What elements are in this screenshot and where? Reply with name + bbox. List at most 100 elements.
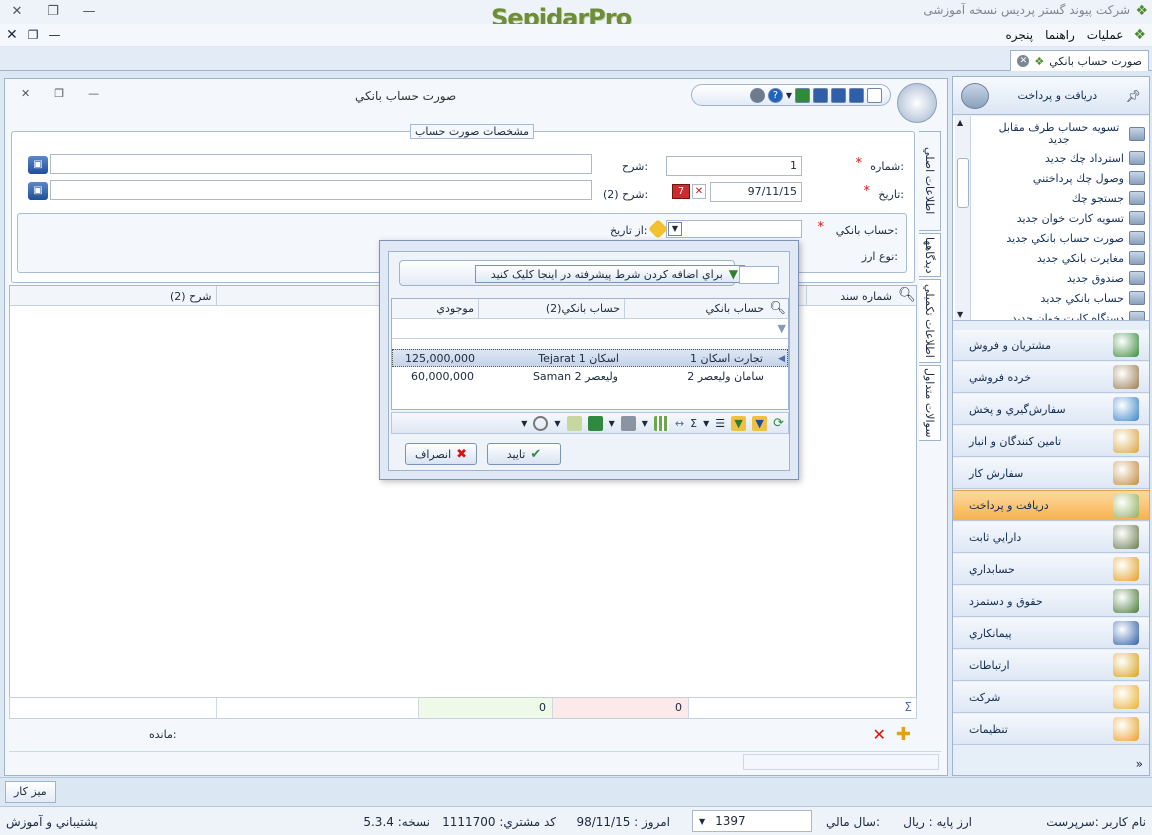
cancel-button[interactable]: انصراف ✖	[405, 443, 477, 465]
search-icon[interactable]: 🔍︎	[769, 301, 786, 316]
list-item[interactable]: استرداد چك جديد	[1045, 148, 1145, 168]
close-icon[interactable]: ✕	[6, 27, 18, 43]
menu-help[interactable]: راهنما	[1039, 28, 1081, 42]
search-icon[interactable]: 🔍︎	[898, 287, 916, 303]
scroll-up-icon[interactable]: ▲	[957, 118, 963, 127]
dropdown-icon[interactable]: ▼	[668, 222, 682, 236]
refresh-icon[interactable]: ⟳	[773, 416, 784, 431]
vtab-faq[interactable]: سوالات متداول	[919, 365, 941, 441]
filter-edit-icon[interactable]: ▼	[752, 415, 768, 431]
list-item[interactable]: مغايرت بانکي جديد	[1037, 248, 1145, 268]
settings-icon[interactable]	[749, 87, 765, 103]
col-bank-account[interactable]: حساب بانکي	[624, 299, 768, 319]
vtab-views[interactable]: ديدگاهها	[919, 233, 941, 277]
module-item[interactable]: ارتباطات	[953, 650, 1149, 681]
module-item[interactable]: شرکت	[953, 682, 1149, 713]
advanced-filter-button[interactable]: براي اضافه کردن شرط پيشرفته در اينجا کلي…	[475, 265, 745, 283]
table-row[interactable]: ◀ تجارت اسکان 1 Tejarat اسکان 1 125,000,…	[392, 349, 788, 367]
chevron-down-icon[interactable]: ▼	[521, 419, 527, 428]
tab-bank-statement[interactable]: ✕ ❖ صورت حساب بانکي	[1010, 50, 1149, 71]
chevron-down-icon[interactable]: ▼	[703, 419, 709, 428]
col-balance[interactable]: موجودي	[392, 299, 478, 319]
module-item[interactable]: پيمانكاري	[953, 618, 1149, 649]
sum-icon[interactable]: Σ	[690, 417, 697, 430]
new-document-icon[interactable]	[867, 87, 882, 103]
list-item[interactable]: جستجو چك	[1072, 188, 1145, 208]
grid-col-desc2[interactable]: شرح (2)	[170, 290, 211, 303]
filter-icon[interactable]: ▼	[731, 415, 747, 431]
number-field[interactable]: 1	[666, 156, 802, 176]
expand-icon[interactable]: »	[1136, 757, 1143, 771]
module-item[interactable]: دريافت و پرداخت	[953, 490, 1149, 521]
filter-row[interactable]: ▼	[392, 319, 788, 339]
minimize-icon[interactable]: —	[49, 28, 61, 42]
calendar-icon[interactable]: 7	[672, 184, 690, 199]
list-item[interactable]: حساب بانکي جديد	[1041, 288, 1145, 308]
support-link[interactable]: پشتيباني و آموزش	[6, 815, 98, 829]
delete-row-icon[interactable]: ✕	[873, 725, 886, 744]
module-item[interactable]: خرده فروشي	[953, 362, 1149, 393]
bank-account-field[interactable]	[666, 220, 802, 238]
clear-icon[interactable]	[533, 415, 549, 431]
menu-operations[interactable]: عملیات	[1081, 28, 1130, 42]
close-icon[interactable]: ✕	[6, 2, 28, 22]
scrollbar[interactable]: ▲ ▼	[955, 116, 971, 320]
columns-icon[interactable]	[653, 415, 669, 431]
save-icon[interactable]: ▣	[28, 156, 48, 174]
scroll-down-icon[interactable]: ▼	[957, 310, 963, 319]
help-icon[interactable]: ?	[767, 87, 783, 103]
pin-icon[interactable]: 📌︎	[1126, 89, 1141, 103]
table-row[interactable]: سامان وليعصر 2 Saman وليعصر 2 60,000,000	[392, 368, 788, 386]
module-item[interactable]: سفارش‌گيري و پخش	[953, 394, 1149, 425]
module-item[interactable]: تامين کنندگان و انبار	[953, 426, 1149, 457]
module-item[interactable]: تنظيمات	[953, 714, 1149, 745]
excel-icon[interactable]	[795, 87, 810, 103]
list-item[interactable]: صورت حساب بانکي جديد	[1006, 228, 1145, 248]
clear-date-icon[interactable]: ✕	[692, 184, 706, 199]
menu-window[interactable]: پنجره	[999, 28, 1039, 42]
list-item[interactable]: صندوق جديد	[1067, 268, 1145, 288]
group-icon[interactable]	[566, 415, 582, 431]
add-row-icon[interactable]: ✚	[896, 724, 911, 745]
fit-width-icon[interactable]: ↔	[675, 417, 684, 430]
scroll-thumb[interactable]	[957, 158, 969, 208]
vtab-extra-info[interactable]: اطلاعات تکميلي	[919, 279, 941, 363]
restore-icon[interactable]: ❐	[28, 28, 39, 42]
ok-button[interactable]: تاييد ✔	[487, 443, 561, 465]
desktop-button[interactable]: ميز كار	[5, 781, 56, 803]
save-icon[interactable]: ▣	[28, 182, 48, 200]
fiscal-year-select[interactable]: ▼ 1397	[692, 810, 812, 832]
list-item[interactable]: وصول چك پرداختني	[1033, 168, 1145, 188]
list-item[interactable]: تسويه حساب طرف مقابل جديد	[994, 120, 1145, 148]
close-tab-icon[interactable]: ✕	[1017, 55, 1030, 67]
print-icon[interactable]	[620, 415, 636, 431]
restore-icon[interactable]: ❐	[42, 2, 64, 22]
description-field[interactable]	[50, 154, 592, 174]
module-item[interactable]: حسابداري	[953, 554, 1149, 585]
vtab-main-info[interactable]: اطلاعات اصلي	[919, 131, 941, 231]
module-item[interactable]: دارايي ثابت	[953, 522, 1149, 553]
chevron-down-icon[interactable]: ▼	[554, 419, 560, 428]
save-as-icon[interactable]	[813, 87, 828, 103]
quick-search-input[interactable]	[739, 266, 779, 284]
col-bank-account-2[interactable]: حساب بانکي(2)	[478, 299, 624, 319]
excel-icon[interactable]	[587, 415, 603, 431]
list-icon[interactable]: ☰	[715, 417, 725, 430]
date-field[interactable]: 97/11/15	[710, 182, 802, 202]
chevron-down-icon[interactable]: ▼	[786, 91, 792, 100]
list-item[interactable]: تسويه کارت خوان جديد	[1017, 208, 1145, 228]
minimize-icon[interactable]: —	[78, 2, 100, 22]
description2-field[interactable]	[50, 180, 592, 200]
chevron-down-icon[interactable]: ▼	[609, 419, 615, 428]
restore-icon[interactable]: ❐	[54, 87, 64, 100]
chevron-down-icon[interactable]: ▼	[642, 419, 648, 428]
module-item[interactable]: حقوق و دستمزد	[953, 586, 1149, 617]
save-icon[interactable]	[849, 87, 864, 103]
close-icon[interactable]: ✕	[21, 87, 30, 100]
minimize-icon[interactable]: —	[88, 87, 99, 100]
grid-col-doc-number[interactable]: شماره سند	[840, 290, 892, 303]
module-item[interactable]: مشتريان و فروش	[953, 330, 1149, 361]
list-item[interactable]: دستگاه کارت خوان جديد	[1012, 308, 1145, 320]
save-all-icon[interactable]	[831, 87, 846, 103]
module-item[interactable]: سفارش کار	[953, 458, 1149, 489]
